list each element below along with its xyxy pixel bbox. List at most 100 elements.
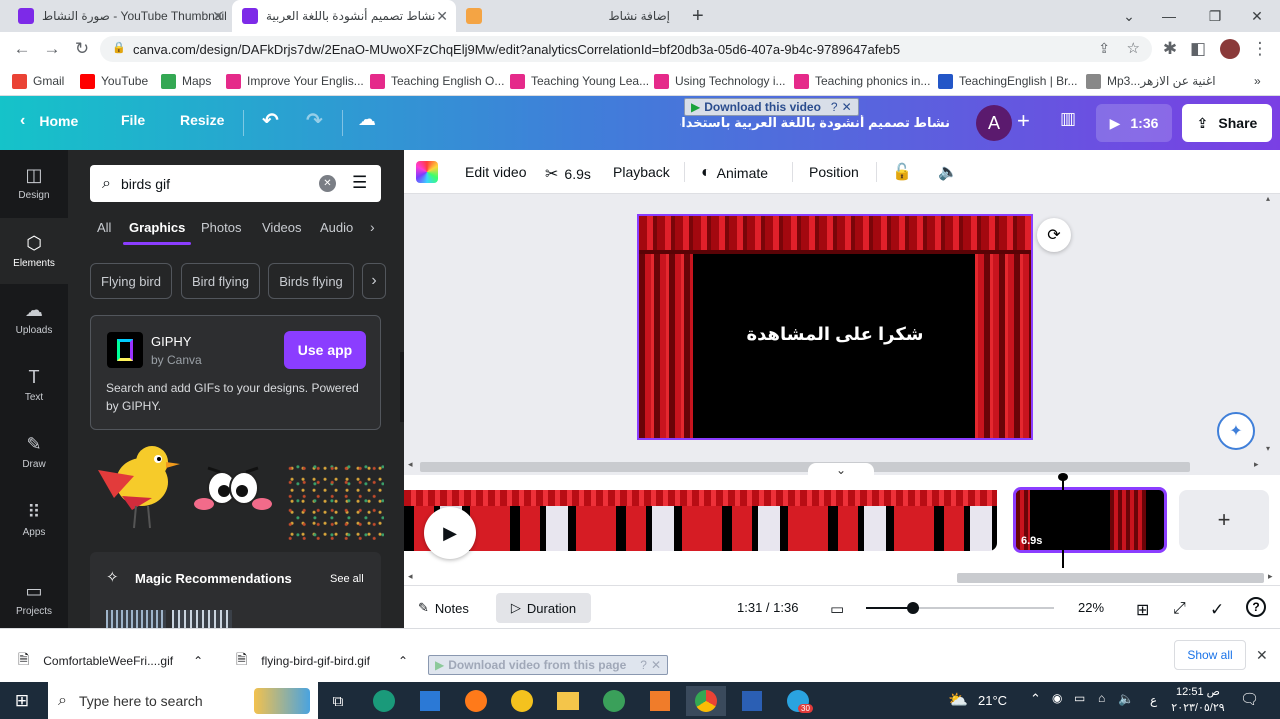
search-box[interactable]: ⌕ birds gif ✕ ☰ — [90, 165, 381, 202]
add-page-button[interactable]: + — [1179, 490, 1269, 550]
volume-icon[interactable]: 🔈 — [938, 162, 958, 182]
lock-icon[interactable]: 🔓 — [892, 162, 912, 182]
restore-icon[interactable]: ❐ — [1192, 0, 1238, 32]
chevron-up-icon[interactable]: ⌃ — [193, 654, 203, 668]
download-this-video-overlay[interactable]: ▶ Download this video ? ✕ — [684, 98, 859, 116]
bookmark-teaching-young-learners[interactable]: Teaching Young Lea... — [510, 72, 649, 90]
close-icon[interactable]: ✕ — [436, 8, 448, 25]
fullscreen-icon[interactable]: ⤢ — [1173, 600, 1186, 618]
input-language[interactable]: ع — [1150, 693, 1157, 707]
invite-plus-icon[interactable]: + — [1017, 108, 1030, 134]
scroll-left-arrow-icon[interactable]: ◂ — [408, 459, 413, 470]
close-icon[interactable]: ✕ — [651, 658, 661, 672]
avatar[interactable]: A — [976, 105, 1012, 141]
share-button[interactable]: ⇪ Share — [1182, 104, 1272, 142]
graphic-result-bird[interactable] — [92, 440, 182, 536]
position-button[interactable]: Position — [809, 164, 859, 180]
close-icon[interactable]: ✕ — [842, 100, 852, 114]
present-play-button[interactable]: ▶ 1:36 — [1096, 104, 1172, 142]
task-view-icon[interactable]: ⧉ — [318, 686, 358, 716]
use-app-button[interactable]: Use app — [284, 331, 366, 369]
download-video-overlay[interactable]: ▶ Download video from this page ? ✕ — [428, 655, 668, 675]
taskbar-app-icon[interactable] — [640, 686, 680, 716]
tabs-scroll-right-icon[interactable]: › — [370, 219, 375, 235]
weather-icon[interactable]: ⛅ — [948, 690, 968, 710]
undo-icon[interactable]: ↶ — [262, 108, 279, 133]
rail-uploads[interactable]: ☁ Uploads — [0, 285, 68, 351]
bookmark-improve-english[interactable]: Improve Your Englis... — [226, 72, 364, 90]
page-view-icon[interactable]: ▭ — [830, 600, 844, 618]
timeline-play-button[interactable]: ▶ — [424, 507, 476, 559]
taskbar-app-icon[interactable] — [594, 686, 634, 716]
edit-video-button[interactable]: Edit video — [465, 164, 526, 180]
new-tab-plus-icon[interactable]: + — [692, 5, 704, 28]
taskbar-firefox-icon[interactable] — [456, 686, 496, 716]
duration-button[interactable]: ▷ Duration — [496, 593, 591, 623]
tab-audio[interactable]: Audio — [320, 220, 358, 235]
bookmark-youtube[interactable]: YouTube — [80, 72, 148, 90]
rail-apps[interactable]: ⠿ Apps — [0, 487, 68, 553]
redo-icon[interactable]: ↷ — [306, 108, 323, 133]
chip-birds-flying[interactable]: Birds flying — [268, 263, 354, 299]
profile-avatar[interactable] — [1220, 39, 1240, 59]
canvas-slide[interactable]: شكرا على المشاهدة — [637, 214, 1033, 440]
rail-elements[interactable]: ⬡ Elements — [0, 218, 68, 284]
tab-add-activity[interactable]: إضافة نشاط — [570, 0, 680, 32]
chip-flying-bird[interactable]: Flying bird — [90, 263, 172, 299]
taskbar-chrome-icon[interactable] — [686, 686, 726, 716]
timeline-scroll-left-icon[interactable]: ◂ — [408, 571, 413, 582]
volume-icon[interactable]: 🔈 — [1118, 691, 1134, 707]
temperature[interactable]: 21°C — [978, 693, 1007, 708]
tab-all[interactable]: All — [97, 220, 111, 235]
scroll-right-arrow-icon[interactable]: ▸ — [1254, 459, 1259, 470]
zoom-slider[interactable] — [866, 602, 1054, 614]
network-icon[interactable]: ⌂ — [1098, 691, 1105, 705]
extensions-puzzle-icon[interactable]: ✱ — [1158, 38, 1182, 60]
tab-photos[interactable]: Photos — [201, 220, 241, 235]
taskbar-search-box[interactable]: ⌕ Type here to search — [48, 682, 318, 719]
rail-text[interactable]: T Text — [0, 352, 68, 418]
reload-icon[interactable]: ↻ — [70, 38, 94, 60]
clear-search-icon[interactable]: ✕ — [319, 175, 336, 192]
zoom-slider-knob[interactable] — [907, 602, 919, 614]
bookmark-star-icon[interactable]: ☆ — [1127, 39, 1140, 57]
see-all-link[interactable]: See all — [330, 573, 364, 585]
windows-start-icon[interactable]: ⊞ — [2, 686, 42, 716]
help-icon[interactable]: ? — [1246, 597, 1266, 617]
tab-youtube-thumbnail[interactable]: صورة النشاط - YouTube Thumbnail ✕ — [8, 0, 232, 32]
address-bar[interactable]: 🔒 canva.com/design/DAFkDrjs7dw/2EnaO-MUw… — [100, 36, 1152, 62]
playhead-line[interactable] — [1062, 479, 1064, 568]
timeline-scrollbar[interactable] — [957, 573, 1264, 583]
tab-graphics[interactable]: Graphics — [129, 220, 185, 235]
help-icon[interactable]: ? — [640, 658, 647, 672]
taskbar-word-icon[interactable] — [732, 686, 772, 716]
resize-button[interactable]: Resize — [180, 112, 224, 128]
show-all-button[interactable]: Show all — [1174, 640, 1246, 670]
tray-icon[interactable]: ◉ — [1052, 691, 1062, 705]
menu-kebab-icon[interactable]: ⋮ — [1248, 38, 1272, 60]
taskbar-telegram-icon[interactable] — [778, 686, 818, 716]
help-icon[interactable]: ? — [831, 100, 838, 114]
search-input[interactable]: birds gif — [121, 176, 170, 192]
magic-assistant-icon[interactable]: ✦ — [1217, 412, 1255, 450]
bookmark-mp3-song[interactable]: Mp3...اغنية عن الازهر — [1086, 72, 1216, 90]
rail-draw[interactable]: ✎ Draw — [0, 419, 68, 485]
file-menu-button[interactable]: File — [121, 112, 145, 128]
more-bookmarks-chevron[interactable]: » — [1254, 72, 1261, 90]
taskbar-app-icon[interactable] — [364, 686, 404, 716]
bookmark-using-technology[interactable]: Using Technology i... — [654, 72, 786, 90]
tray-chevron-up-icon[interactable]: ⌃ — [1030, 691, 1041, 707]
tab-activity-design[interactable]: نشاط تصميم أنشودة باللغة العربية ✕ — [232, 0, 456, 32]
slide-text[interactable]: شكرا على المشاهدة — [699, 324, 971, 345]
filter-sliders-icon[interactable]: ☰ — [352, 173, 367, 193]
vertical-scroll-down-icon[interactable]: ▾ — [1266, 444, 1270, 453]
download-item[interactable]: 🗎 ComfortableWeeFri....gif ⌃ — [18, 649, 203, 673]
minimize-icon[interactable]: — — [1146, 0, 1192, 32]
vertical-scrollbar[interactable] — [1268, 206, 1274, 442]
chips-scroll-right-icon[interactable]: › — [362, 263, 386, 299]
grid-view-icon[interactable]: ⊞ — [1136, 600, 1149, 620]
bookmark-maps[interactable]: Maps — [161, 72, 211, 90]
recommendation-thumbnail[interactable] — [172, 610, 232, 628]
tab-videos[interactable]: Videos — [262, 220, 302, 235]
check-circle-icon[interactable]: ✓ — [1210, 600, 1224, 620]
